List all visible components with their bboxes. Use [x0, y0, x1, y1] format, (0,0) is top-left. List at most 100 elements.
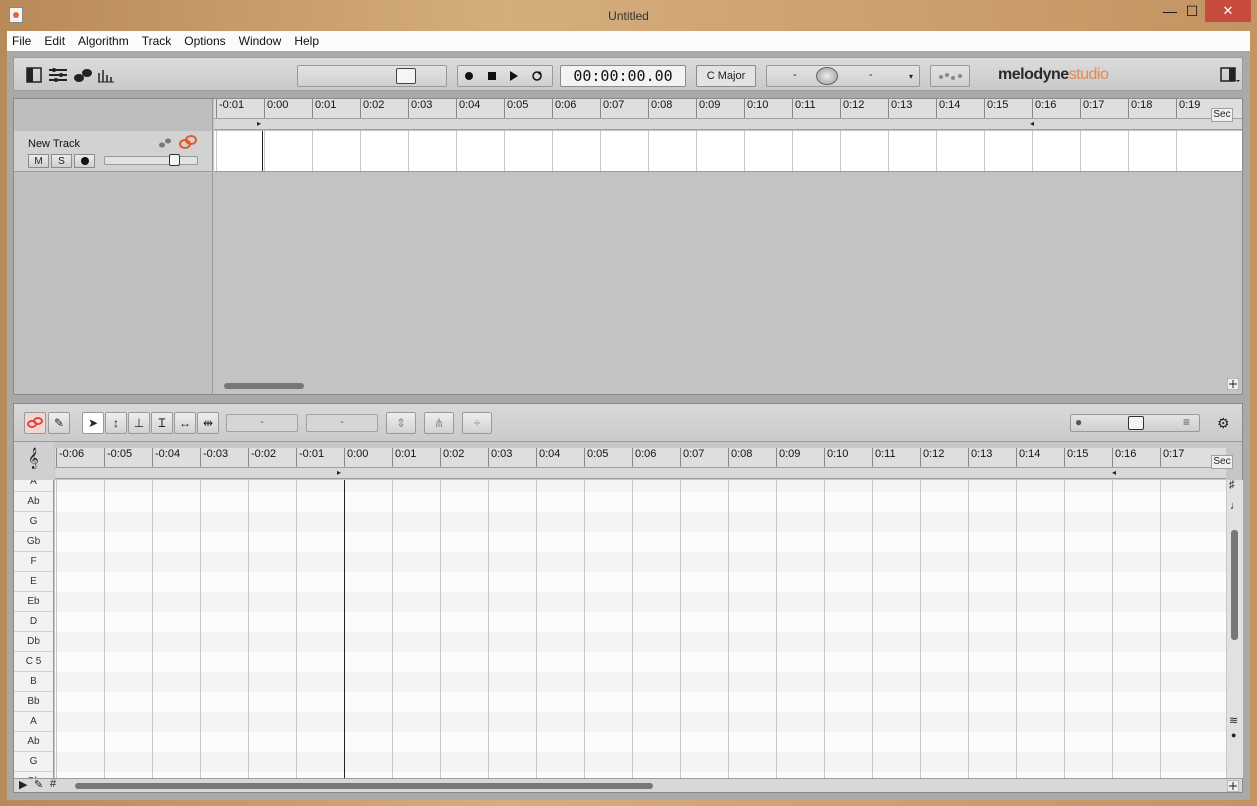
- ruler-tick-label: 0:13: [888, 99, 912, 118]
- pitch-drift-icon: ⋔: [433, 416, 445, 430]
- slider-knob[interactable]: [396, 68, 416, 84]
- record-arm-button[interactable]: [74, 154, 95, 168]
- track-lane[interactable]: [214, 131, 1242, 172]
- grid-gridline: [392, 480, 393, 778]
- maximize-button[interactable]: ☐: [1176, 0, 1208, 22]
- arrange-unit-button[interactable]: Sec: [1211, 108, 1233, 122]
- solo-button[interactable]: S: [51, 154, 72, 168]
- note-icon[interactable]: ♩: [1230, 500, 1241, 512]
- ruler-tick-label: 0:14: [936, 99, 960, 118]
- editor-value-field-1[interactable]: -: [226, 414, 298, 432]
- pitch-reference-control[interactable]: - - ▾: [766, 65, 920, 87]
- spectrum-icon[interactable]: [97, 67, 115, 83]
- scroll-thumb[interactable]: [1231, 530, 1238, 640]
- grid-gridline: [1016, 480, 1017, 778]
- layout-split-icon[interactable]: [26, 67, 42, 83]
- stop-icon[interactable]: [487, 71, 497, 81]
- sharps-icon[interactable]: ♯: [1229, 479, 1235, 491]
- master-volume-slider[interactable]: [297, 65, 447, 87]
- pitch-label: Gb: [14, 532, 53, 552]
- editor-unit-button[interactable]: Sec: [1211, 455, 1233, 469]
- scroll-thumb[interactable]: [75, 783, 653, 789]
- track-link-icon[interactable]: [178, 134, 198, 150]
- pitch-row: [55, 512, 1226, 532]
- select-tool-button[interactable]: ➤: [82, 412, 104, 434]
- lane-gridline: [552, 131, 553, 171]
- menu-file[interactable]: File: [12, 34, 31, 48]
- pitch-label: Db: [14, 632, 53, 652]
- pitch-row: [55, 652, 1226, 672]
- notes-blob-icon[interactable]: [74, 67, 92, 83]
- menu-help[interactable]: Help: [294, 34, 319, 48]
- main-toolbar: 00:00:00.00 C Major - - ▾ melodynestudio: [13, 57, 1243, 91]
- editor-time-ruler[interactable]: -0:06 -0:05 -0:04 -0:03 -0:02 -0:01 0:00 0:01 0:…: [55, 448, 1226, 468]
- arrange-time-ruler[interactable]: -0:01 0:00 0:01 0:02 0:03 0:04 0:05 0:06 0:07 0:0…: [214, 99, 1242, 119]
- pitch-dropdown-icon[interactable]: ▾: [909, 72, 913, 81]
- tempo-detect-button[interactable]: [930, 65, 970, 87]
- blob-size-slider[interactable]: ● ≡: [1070, 414, 1200, 432]
- stave-icon[interactable]: ≋: [1229, 714, 1238, 727]
- play-icon[interactable]: [509, 71, 519, 81]
- track-volume-fader[interactable]: [104, 154, 198, 166]
- editor-value-field-2[interactable]: -: [306, 414, 378, 432]
- record-icon[interactable]: [464, 71, 474, 81]
- quantize-button[interactable]: ÷: [462, 412, 492, 434]
- menu-options[interactable]: Options: [184, 34, 225, 48]
- fader-knob[interactable]: [169, 154, 180, 166]
- play-mode-icon[interactable]: ▶: [19, 778, 27, 791]
- scrub-tool-icon[interactable]: ✎: [34, 778, 43, 791]
- playhead[interactable]: [262, 131, 263, 171]
- panel-toggle-icon[interactable]: [1220, 67, 1240, 83]
- split-tool-button[interactable]: ⇹: [197, 412, 219, 434]
- ruler-tick-label: -0:01: [296, 448, 324, 467]
- pitch-knob[interactable]: [816, 67, 838, 85]
- grid-gridline: [968, 480, 969, 778]
- ruler-tick-label: 0:03: [408, 99, 432, 118]
- track-blobs-icon[interactable]: [158, 137, 172, 149]
- menu-track[interactable]: Track: [142, 34, 172, 48]
- menu-algorithm[interactable]: Algorithm: [78, 34, 129, 48]
- note-grid[interactable]: [55, 480, 1226, 778]
- blob-mode-button[interactable]: [24, 412, 46, 434]
- playhead[interactable]: [344, 480, 345, 778]
- pitch-row: [55, 572, 1226, 592]
- wrench-button[interactable]: ✎: [48, 412, 70, 434]
- slider-knob[interactable]: [1128, 416, 1144, 430]
- time-tool-button[interactable]: ↔: [174, 412, 196, 434]
- formant-tool-button[interactable]: ⊥: [128, 412, 150, 434]
- editor-vertical-scrollbar[interactable]: ♯ ♩ ≋ ●: [1227, 479, 1243, 778]
- grid-icon[interactable]: #: [50, 778, 56, 790]
- lane-gridline: [744, 131, 745, 171]
- track-header[interactable]: New Track M S: [14, 131, 213, 172]
- grid-gridline: [536, 480, 537, 778]
- zoom-dot-icon[interactable]: ●: [1231, 730, 1236, 740]
- mute-button[interactable]: M: [28, 154, 49, 168]
- menu-window[interactable]: Window: [239, 34, 282, 48]
- pitch-tool-button[interactable]: ↕: [105, 412, 127, 434]
- grid-gridline: [1160, 480, 1161, 778]
- menu-edit[interactable]: Edit: [44, 34, 65, 48]
- zoom-fit-icon[interactable]: [1227, 780, 1239, 792]
- editor-horizontal-scrollbar[interactable]: ▶ ✎ #: [14, 778, 1242, 792]
- title-bar: Untitled — ☐ ✕: [0, 0, 1257, 31]
- ruler-tick-label: 0:08: [648, 99, 672, 118]
- key-button[interactable]: C Major: [696, 65, 756, 87]
- grid-gridline: [1112, 480, 1113, 778]
- ruler-tick-label: 0:05: [584, 448, 608, 467]
- treble-clef-icon[interactable]: 𝄞: [28, 448, 39, 469]
- zoom-fit-icon[interactable]: [1227, 378, 1239, 390]
- pitch-label: C 5: [14, 652, 53, 672]
- pitch-center-button[interactable]: ⇕: [386, 412, 416, 434]
- pitch-drift-button[interactable]: ⋔: [424, 412, 454, 434]
- editor-toolbar: ✎ ➤ ↕ ⊥ Ɪ ↔ ⇹ - - ⇕ ⋔ ÷ ● ≡ ⚙: [14, 404, 1242, 442]
- loop-icon[interactable]: [531, 70, 543, 82]
- amplitude-tool-button[interactable]: Ɪ: [151, 412, 173, 434]
- close-button[interactable]: ✕: [1205, 0, 1251, 22]
- arrange-scrollbar[interactable]: [224, 383, 304, 389]
- pitch-row: [55, 492, 1226, 512]
- lane-gridline: [456, 131, 457, 171]
- pitch-row: [55, 632, 1226, 652]
- ruler-tick-label: 0:10: [824, 448, 848, 467]
- gear-icon[interactable]: ⚙: [1217, 415, 1230, 432]
- mixer-icon[interactable]: [48, 67, 68, 83]
